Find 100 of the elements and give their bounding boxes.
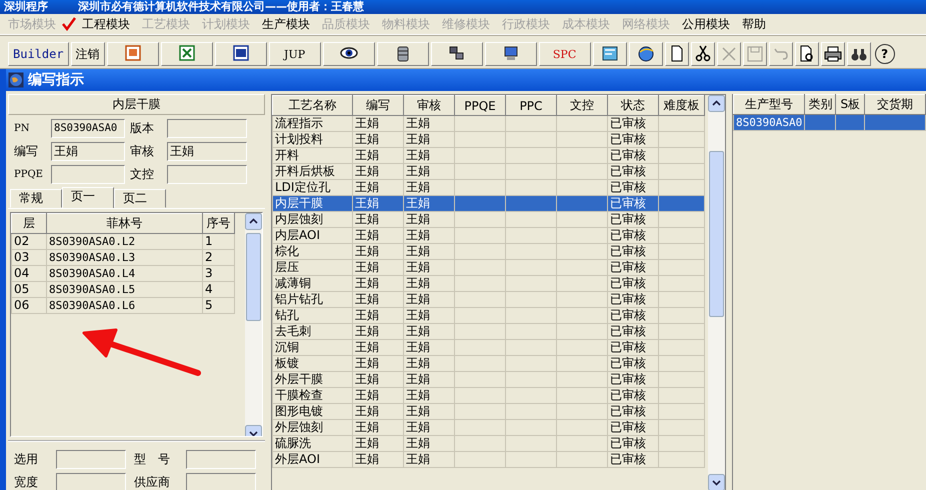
tab[interactable]: 常规 (10, 189, 62, 208)
vertical-scrollbar[interactable] (708, 95, 725, 490)
input-field[interactable] (167, 119, 247, 138)
column-header[interactable]: S板 (836, 94, 865, 114)
table-row[interactable]: 钻孔 王娟 王娟 已审核 (272, 308, 704, 324)
scroll-up-icon[interactable] (245, 213, 262, 230)
table-cell (556, 308, 608, 324)
eye-button[interactable] (322, 42, 375, 66)
table-row[interactable]: 外层AOI 王娟 王娟 已审核 (272, 452, 704, 468)
input-field[interactable] (56, 473, 126, 490)
table-row[interactable]: 硫脲洗 王娟 王娟 已审核 (272, 436, 704, 452)
input-field[interactable] (167, 165, 247, 184)
table-row[interactable]: 板镀 王娟 王娟 已审核 (272, 356, 704, 372)
input-field[interactable] (186, 473, 256, 490)
table-row[interactable]: 05 8S0390ASA0.L5 4 (12, 282, 234, 298)
table-row[interactable]: 图形电镀 王娟 王娟 已审核 (272, 404, 704, 420)
table-row[interactable]: 干膜检查 王娟 王娟 已审核 (272, 388, 704, 404)
table-cell (506, 164, 556, 180)
table-row[interactable]: 层压 王娟 王娟 已审核 (272, 260, 704, 276)
help-button[interactable]: ? (874, 44, 895, 64)
network-button[interactable] (430, 42, 483, 66)
table-row[interactable]: 流程指示 王娟 王娟 已审核 (272, 116, 704, 132)
table-row[interactable]: LDI定位孔 王娟 王娟 已审核 (272, 180, 704, 196)
text-document-button[interactable] (214, 42, 267, 66)
monitor-button[interactable] (484, 42, 537, 66)
column-header[interactable]: 交货期 (864, 94, 926, 114)
column-header[interactable]: 难度板 (658, 96, 704, 116)
table-row[interactable]: 内层AOI 王娟 王娟 已审核 (272, 228, 704, 244)
printer-button[interactable] (820, 42, 845, 66)
table-row[interactable]: 外层干膜 王娟 王娟 已审核 (272, 372, 704, 388)
table-cell: 8S0390ASA0.L4 (46, 266, 202, 282)
toolbar-button[interactable]: JUP (268, 42, 321, 66)
tab[interactable]: 页二 (114, 189, 166, 208)
table-cell: 王娟 (404, 148, 454, 164)
column-header[interactable]: 状态 (608, 96, 658, 116)
table-cell (454, 340, 506, 356)
table-row[interactable]: 02 8S0390ASA0.L2 1 (12, 234, 234, 250)
column-header[interactable]: 工艺名称 (272, 96, 352, 116)
table-cell: 已审核 (608, 148, 658, 164)
scissors-button[interactable] (690, 42, 715, 66)
table-row[interactable]: 06 8S0390ASA0.L6 5 (12, 298, 234, 314)
column-header[interactable]: PPQE (454, 96, 506, 116)
input-field[interactable] (56, 450, 126, 469)
table-cell: 已审核 (608, 164, 658, 180)
database-button[interactable] (376, 42, 429, 66)
column-header[interactable]: 审核 (404, 96, 454, 116)
globe-button[interactable] (628, 42, 663, 66)
window-button[interactable] (592, 42, 627, 66)
input-field[interactable]: 8S0390ASA0 (51, 119, 125, 138)
spreadsheet-document-button[interactable] (160, 42, 213, 66)
table-row[interactable]: 开料后烘板 王娟 王娟 已审核 (272, 164, 704, 180)
table-cell (658, 228, 704, 244)
binoculars-button[interactable] (846, 42, 871, 66)
menu-item[interactable]: 工程模块 (76, 14, 136, 34)
table-row[interactable]: 开料 王娟 王娟 已审核 (272, 148, 704, 164)
table-row[interactable]: 外层蚀刻 王娟 王娟 已审核 (272, 420, 704, 436)
input-field[interactable]: 王娟 (51, 142, 125, 162)
input-field[interactable] (186, 450, 256, 469)
table-row[interactable]: 减薄铜 王娟 王娟 已审核 (272, 276, 704, 292)
table-cell: 5 (202, 298, 234, 314)
scroll-thumb[interactable] (709, 151, 724, 317)
table-row[interactable]: 内层干膜 王娟 王娟 已审核 (272, 196, 704, 212)
column-header[interactable]: 序号 (202, 214, 234, 234)
column-header[interactable]: 菲林号 (46, 214, 202, 234)
scroll-up-icon[interactable] (708, 95, 725, 112)
table-row[interactable]: 计划投料 王娟 王娟 已审核 (272, 132, 704, 148)
column-header[interactable]: 编写 (352, 96, 404, 116)
table-cell (556, 372, 608, 388)
tab[interactable]: 页一 (62, 187, 114, 208)
table-cell (804, 114, 836, 130)
input-field[interactable] (51, 165, 125, 184)
scroll-thumb[interactable] (246, 233, 261, 322)
column-header[interactable]: 类别 (804, 94, 836, 114)
table-cell (556, 404, 608, 420)
menu-item[interactable]: 生产模块 (256, 14, 316, 34)
table-row[interactable]: 04 8S0390ASA0.L4 3 (12, 266, 234, 282)
scroll-down-icon[interactable] (708, 474, 725, 490)
column-header[interactable]: PPC (506, 96, 556, 116)
table-cell (658, 148, 704, 164)
input-field[interactable]: 王娟 (167, 142, 247, 162)
slide-document-button[interactable] (106, 42, 159, 66)
column-header[interactable]: 生产型号 (734, 94, 805, 114)
vertical-scrollbar[interactable] (245, 213, 262, 436)
table-row[interactable]: 铝片钻孔 王娟 王娟 已审核 (272, 292, 704, 308)
table-row[interactable]: 去毛刺 王娟 王娟 已审核 (272, 324, 704, 340)
new-document-button[interactable] (664, 42, 689, 66)
menu-item[interactable]: 帮助 (736, 14, 772, 34)
table-row[interactable]: 沉铜 王娟 王娟 已审核 (272, 340, 704, 356)
print-preview-button[interactable] (794, 42, 819, 66)
table-row[interactable]: 内层蚀刻 王娟 王娟 已审核 (272, 212, 704, 228)
menu-item[interactable]: 公用模块 (676, 14, 736, 34)
column-header[interactable]: 文控 (556, 96, 608, 116)
table-cell (506, 196, 556, 212)
toolbar-button[interactable]: Builder (8, 42, 69, 66)
table-row[interactable]: 8S0390ASA0 (734, 114, 926, 130)
table-row[interactable]: 棕化 王娟 王娟 已审核 (272, 244, 704, 260)
table-row[interactable]: 03 8S0390ASA0.L3 2 (12, 250, 234, 266)
toolbar-button[interactable]: 注销 (70, 42, 105, 66)
toolbar-button[interactable]: SPC (538, 42, 591, 66)
column-header[interactable]: 层 (12, 214, 46, 234)
